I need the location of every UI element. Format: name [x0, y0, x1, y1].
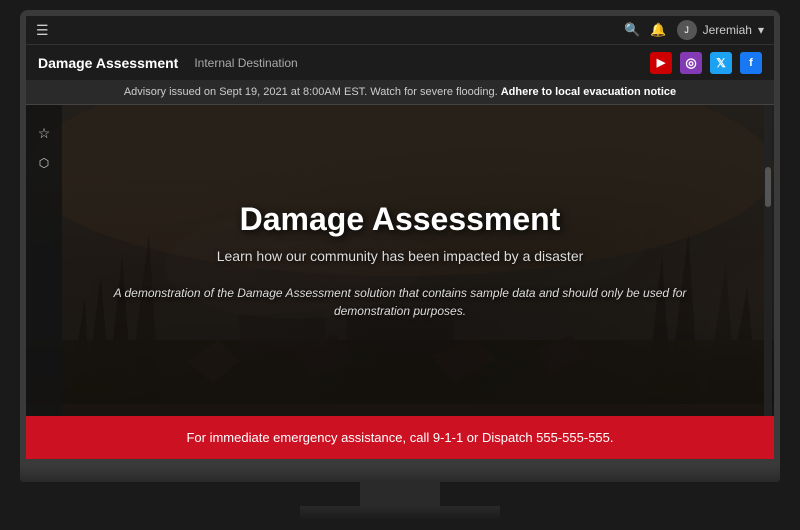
- search-icon[interactable]: 🔍: [624, 22, 640, 38]
- app-header-left: Damage Assessment Internal Destination: [38, 55, 298, 71]
- scrollbar-thumb[interactable]: [765, 167, 771, 207]
- app-header: Damage Assessment Internal Destination ▶…: [26, 44, 774, 80]
- dropdown-chevron-icon: ▾: [758, 23, 764, 37]
- monitor-stand-base: [300, 506, 500, 520]
- system-bar-left: ☰: [36, 22, 49, 39]
- system-bar-right: 🔍 🔔 J Jeremiah ▾: [624, 20, 764, 40]
- system-bar: ☰ 🔍 🔔 J Jeremiah ▾: [26, 16, 774, 44]
- app-subtitle: Internal Destination: [194, 56, 297, 70]
- emergency-banner: For immediate emergency assistance, call…: [26, 416, 774, 459]
- scrollbar[interactable]: [764, 105, 772, 416]
- app-title: Damage Assessment: [38, 55, 178, 71]
- advisory-text: Advisory issued on Sept 19, 2021 at 8:00…: [124, 86, 498, 98]
- user-info[interactable]: J Jeremiah ▾: [677, 20, 764, 40]
- hero-subtitle: Learn how our community has been impacte…: [217, 248, 584, 264]
- twitter-icon[interactable]: 𝕏: [710, 52, 732, 74]
- advisory-bold: Adhere to local evacuation notice: [501, 86, 676, 98]
- emergency-text: For immediate emergency assistance, call…: [186, 430, 613, 445]
- screen-content: ☰ 🔍 🔔 J Jeremiah ▾ Damag: [26, 16, 774, 459]
- username-label: Jeremiah: [703, 23, 752, 37]
- sidebar-left: ☆ ⬡: [26, 105, 62, 416]
- social-icons: ▶ ◎ 𝕏 f: [650, 52, 762, 74]
- hero-demo-text: A demonstration of the Damage Assessment…: [110, 284, 690, 320]
- hamburger-icon[interactable]: ☰: [36, 22, 49, 39]
- hero-section: ☆ ⬡ Damage Assessment Learn how our comm…: [26, 105, 774, 416]
- facebook-icon[interactable]: f: [740, 52, 762, 74]
- star-icon[interactable]: ☆: [38, 125, 51, 142]
- hero-content: Damage Assessment Learn how our communit…: [26, 105, 774, 416]
- monitor-wrapper: ☰ 🔍 🔔 J Jeremiah ▾ Damag: [20, 10, 780, 520]
- bell-icon[interactable]: 🔔: [650, 22, 666, 38]
- advisory-banner: Advisory issued on Sept 19, 2021 at 8:00…: [26, 80, 774, 105]
- avatar: J: [677, 20, 697, 40]
- instagram-icon[interactable]: ◎: [680, 52, 702, 74]
- monitor-stand-neck: [360, 482, 440, 506]
- monitor-bezel-bottom: [20, 465, 780, 483]
- monitor-screen: ☰ 🔍 🔔 J Jeremiah ▾ Damag: [20, 10, 780, 465]
- share-icon[interactable]: ⬡: [39, 156, 49, 170]
- youtube-icon[interactable]: ▶: [650, 52, 672, 74]
- hero-title: Damage Assessment: [240, 201, 561, 238]
